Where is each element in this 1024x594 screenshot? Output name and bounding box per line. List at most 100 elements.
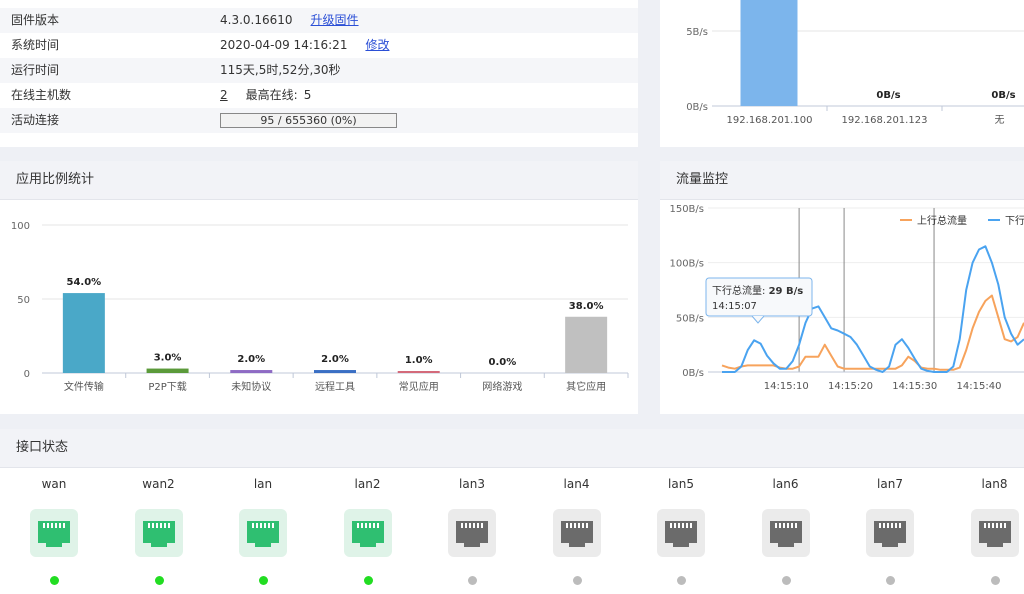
port-lan6[interactable]: lan6 <box>746 467 826 585</box>
uptime-row: 运行时间 115天,5时,52分,30秒 <box>0 58 638 83</box>
port-status-dot <box>572 576 582 585</box>
port-name: lan <box>253 477 273 491</box>
bar <box>146 368 189 373</box>
online-hosts-label: 在线主机数 <box>11 88 72 102</box>
y-tick-label: 100B/s <box>669 259 704 270</box>
system-info-panel: 固件版本 4.3.0.16610 升级固件 系统时间 2020-04-09 14:… <box>0 0 638 147</box>
active-connections-progress: 95 / 655360 (0%) <box>220 113 397 128</box>
tooltip-value: 29 B/s <box>769 286 804 297</box>
port-lan5[interactable]: lan5 <box>641 467 721 585</box>
online-hosts-row: 在线主机数 2 最高在线: 5 <box>0 83 638 108</box>
app-stats-title: 应用比例统计 <box>0 161 638 200</box>
y-tick-label: 0B/s <box>682 368 704 379</box>
uptime-label: 运行时间 <box>11 63 60 77</box>
port-lan2[interactable]: lan2 <box>328 467 408 585</box>
app-stats-chart: 0 50 100 54.0% 文件传输 3.0% P2P下载 2.0% 未知协议 2.0% 远程工具… <box>11 221 629 393</box>
bar-value-label: 1.0% <box>405 355 433 366</box>
host-bandwidth-panel: 0B/s5B/s10B/s192.168.201.1000B/s192.168.… <box>660 0 1024 147</box>
port-status-dot <box>154 576 164 585</box>
bar-value-label: 2.0% <box>237 354 265 365</box>
port-name: lan7 <box>877 477 903 491</box>
x-tick-label: 192.168.201.123 <box>842 115 928 126</box>
port-status-dot <box>468 576 477 585</box>
traffic-tooltip: 下行总流量: 29 B/s 14:15:07 <box>705 277 813 324</box>
ethernet-port-icon <box>134 509 183 557</box>
port-lan[interactable]: lan <box>223 467 303 585</box>
x-tick-label: 14:15:30 <box>892 381 937 392</box>
bar-value-label: 0.0% <box>489 357 517 368</box>
x-tick-label: 远程工具 <box>315 381 355 393</box>
firmware-row: 固件版本 4.3.0.16610 升级固件 <box>0 8 638 33</box>
y-tick-label: 0 <box>24 369 30 380</box>
ethernet-port-icon <box>30 509 78 557</box>
y-tick-label: 150B/s <box>669 204 704 215</box>
port-lan7[interactable]: lan7 <box>850 467 930 585</box>
bar-value-label: 0B/s <box>876 90 900 101</box>
port-lan4[interactable]: lan4 <box>537 467 617 585</box>
tooltip-series-label: 下行总流量: <box>712 284 769 297</box>
port-status-dot <box>990 576 1000 585</box>
max-online-label: 最高在线: <box>245 88 298 102</box>
ethernet-port-icon <box>657 509 705 557</box>
x-tick-label: 192.168.201.100 <box>727 115 813 126</box>
bar-value-label: 2.0% <box>321 354 349 365</box>
port-wan[interactable]: wan <box>14 467 94 585</box>
port-lan8[interactable]: lan8 <box>955 467 1024 585</box>
modify-time-link[interactable]: 修改 <box>365 38 389 52</box>
port-status-dot <box>677 576 686 585</box>
system-time-row: 系统时间 2020-04-09 14:16:21 修改 <box>0 33 638 58</box>
app-stats-panel: 应用比例统计 0 50 100 54.0% 文件传输 3.0% P2P下载 2.0% 未知协议 2… <box>0 161 638 414</box>
port-lan3[interactable]: lan3 <box>432 467 512 585</box>
ethernet-port-icon <box>239 509 287 557</box>
host-bandwidth-chart: 0B/s5B/s10B/s192.168.201.1000B/s192.168.… <box>686 0 1024 126</box>
ethernet-port-icon <box>761 509 810 557</box>
port-status-dot <box>259 576 268 585</box>
x-tick-label: 常见应用 <box>399 380 439 393</box>
y-tick-label: 5B/s <box>686 27 708 38</box>
traffic-monitor-panel: 流量监控 0B/s 50B/s 100B/s 150B/s 14:15:10 14:15:… <box>660 161 1024 414</box>
system-time-value: 2020-04-09 14:16:21 修改 <box>220 33 389 58</box>
traffic-monitor-title: 流量监控 <box>660 161 1024 200</box>
active-connections-text: 95 / 655360 (0%) <box>260 114 357 127</box>
x-tick-label: 14:15:40 <box>957 381 1002 392</box>
x-tick-label: 无 <box>995 115 1005 126</box>
port-name: lan3 <box>459 477 485 491</box>
port-wan2[interactable]: wan2 <box>119 467 199 585</box>
bar-value-label: 54.0% <box>67 277 102 288</box>
port-status-dot <box>363 576 373 585</box>
bar <box>230 370 273 373</box>
x-tick-label: 网络游戏 <box>482 380 522 393</box>
bar-value-label: 3.0% <box>154 353 182 364</box>
bar-value-label: 38.0% <box>569 301 604 312</box>
port-name: lan6 <box>772 477 799 491</box>
x-tick-label: 其它应用 <box>566 380 606 393</box>
upgrade-firmware-link[interactable]: 升级固件 <box>311 13 359 27</box>
active-connections-label: 活动连接 <box>11 113 60 127</box>
bar-value-label: 0B/s <box>991 90 1015 101</box>
y-tick-label: 50B/s <box>676 313 704 324</box>
port-name: wan <box>41 477 67 491</box>
x-tick-label: 文件传输 <box>64 380 104 393</box>
y-tick-label: 100 <box>11 221 30 232</box>
ethernet-port-icon <box>552 509 601 557</box>
port-name: lan8 <box>981 477 1008 491</box>
uptime-value: 115天,5时,52分,30秒 <box>220 63 341 77</box>
system-time: 2020-04-09 14:16:21 <box>220 38 348 52</box>
x-tick-label: P2P下载 <box>148 381 186 393</box>
y-tick-label: 0B/s <box>686 102 708 113</box>
online-hosts-link[interactable]: 2 <box>220 88 228 102</box>
bar <box>565 316 608 373</box>
port-name: lan4 <box>563 477 590 491</box>
tooltip-time: 14:15:07 <box>712 301 757 312</box>
port-name: lan2 <box>354 477 381 491</box>
ethernet-port-icon <box>866 509 914 557</box>
bar <box>314 370 356 373</box>
ethernet-port-icon <box>970 509 1019 557</box>
x-tick-label: 14:15:10 <box>764 381 809 392</box>
bar <box>62 293 105 373</box>
bar <box>397 371 440 373</box>
y-tick-label: 50 <box>17 295 30 306</box>
traffic-chart[interactable]: 0B/s 50B/s 100B/s 150B/s 14:15:10 14:15:20 14:… <box>660 200 1024 414</box>
tooltip-label: 下行总流量: 29 B/s <box>712 284 803 297</box>
max-online-value: 5 <box>303 88 312 102</box>
